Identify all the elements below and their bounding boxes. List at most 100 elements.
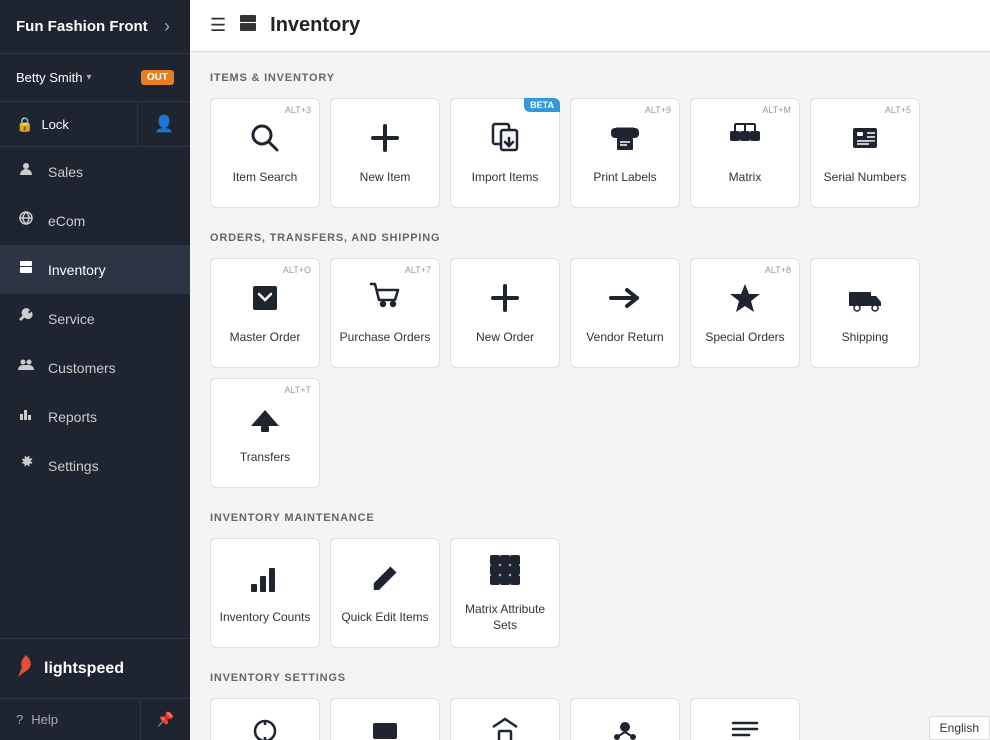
items-inventory-section: ITEMS & INVENTORY ALT+3 Item Search [210,72,970,208]
lightspeed-text: lightspeed [44,660,124,678]
sidebar-item-service[interactable]: Service [0,294,190,343]
purchase-orders-icon [367,280,403,324]
master-order-icon [247,280,283,324]
sidebar-item-ecom[interactable]: eCom [0,196,190,245]
settings-tile-5-icon [729,715,761,740]
topbar-inventory-icon [238,13,258,38]
settings-icon [16,455,36,476]
quick-edit-items-tile[interactable]: Quick Edit Items [330,538,440,648]
sales-icon [16,161,36,182]
new-order-tile[interactable]: New Order [450,258,560,368]
reports-icon [16,406,36,427]
inventory-maintenance-section: INVENTORY MAINTENANCE Inventory Counts [210,512,970,648]
user-status-badge: OUT [141,70,174,85]
sidebar-item-inventory[interactable]: Inventory [0,245,190,294]
sidebar: Fun Fashion Front › Betty Smith ▾ OUT 🔒 … [0,0,190,740]
language-badge[interactable]: English [929,716,990,740]
settings-tile-2-icon [369,715,401,740]
profile-icon: 👤 [154,116,174,133]
topbar: ☰ Inventory [190,0,990,52]
quick-edit-icon [367,560,403,604]
sidebar-bottom-actions: ? Help 📌 [0,698,190,740]
help-button[interactable]: ? Help [0,699,140,740]
content-area: ITEMS & INVENTORY ALT+3 Item Search [190,52,990,740]
transfers-tile[interactable]: ALT+T Transfers [210,378,320,488]
pin-button[interactable]: 📌 [140,699,190,740]
sidebar-logo-area: Fun Fashion Front › [0,0,190,54]
orders-grid: ALT+O Master Order ALT+7 [210,258,970,488]
vendor-return-tile[interactable]: Vendor Return [570,258,680,368]
settings-tile-4[interactable] [570,698,680,740]
beta-badge: BETA [524,98,560,112]
serial-numbers-icon: _ [847,120,883,164]
lock-icon: 🔒 [16,116,33,133]
shipping-tile[interactable]: Shipping [810,258,920,368]
special-orders-tile[interactable]: ALT+8 Special Orders [690,258,800,368]
sidebar-toggle-button[interactable]: › [160,12,174,41]
ecom-icon [16,210,36,231]
sidebar-item-settings[interactable]: Settings [0,441,190,490]
matrix-icon [727,120,763,164]
vendor-return-icon [607,280,643,324]
import-items-tile[interactable]: BETA Import Items [450,98,560,208]
inventory-counts-tile[interactable]: Inventory Counts [210,538,320,648]
matrix-attribute-sets-tile[interactable]: Matrix Attribute Sets [450,538,560,648]
lightspeed-flame-icon [16,655,36,682]
customers-icon [16,357,36,378]
new-item-icon [367,120,403,164]
settings-tile-3[interactable] [450,698,560,740]
settings-tile-5[interactable] [690,698,800,740]
inventory-settings-grid [210,698,970,740]
sidebar-item-customers[interactable]: Customers [0,343,190,392]
sidebar-item-sales[interactable]: Sales [0,147,190,196]
lock-button[interactable]: 🔒 Lock [0,102,137,146]
inventory-settings-title: INVENTORY SETTINGS [210,672,970,684]
help-icon: ? [16,712,23,727]
print-labels-icon [607,120,643,164]
page-title: Inventory [270,14,360,37]
orders-section: ORDERS, TRANSFERS, AND SHIPPING ALT+O Ma… [210,232,970,488]
purchase-orders-tile[interactable]: ALT+7 Purchase Orders [330,258,440,368]
lock-area: 🔒 Lock 👤 [0,102,190,147]
lightspeed-logo-area: lightspeed [0,638,190,698]
sidebar-item-reports[interactable]: Reports [0,392,190,441]
orders-title: ORDERS, TRANSFERS, AND SHIPPING [210,232,970,244]
topbar-menu-icon[interactable]: ☰ [210,15,226,36]
item-search-tile[interactable]: ALT+3 Item Search [210,98,320,208]
matrix-attribute-sets-icon [487,552,523,596]
user-area: Betty Smith ▾ OUT [0,54,190,102]
main-content: ☰ Inventory ITEMS & INVENTORY ALT+3 Item [190,0,990,740]
inventory-icon [16,259,36,280]
user-name-display[interactable]: Betty Smith ▾ [16,70,92,85]
items-inventory-title: ITEMS & INVENTORY [210,72,970,84]
inventory-counts-icon [247,560,283,604]
settings-tile-4-icon [609,715,641,740]
import-items-icon [487,120,523,164]
transfers-icon [247,400,283,444]
pin-icon: 📌 [157,711,174,727]
serial-numbers-tile[interactable]: ALT+5 _ Serial Numbers [810,98,920,208]
inventory-maintenance-title: INVENTORY MAINTENANCE [210,512,970,524]
nav-menu: Sales eCom Inventory Service Customers [0,147,190,638]
profile-button[interactable]: 👤 [137,102,190,146]
matrix-tile[interactable]: ALT+M Matrix [690,98,800,208]
inventory-maintenance-grid: Inventory Counts Quick Edit Items [210,538,970,648]
app-title: Fun Fashion Front [16,18,148,36]
settings-tile-3-icon [489,715,521,740]
print-labels-tile[interactable]: ALT+9 Print Labels [570,98,680,208]
new-item-tile[interactable]: New Item [330,98,440,208]
shipping-icon [847,280,883,324]
inventory-settings-section: INVENTORY SETTINGS [210,672,970,740]
settings-tile-2[interactable] [330,698,440,740]
settings-tile-1[interactable] [210,698,320,740]
new-order-icon [487,280,523,324]
special-orders-icon [727,280,763,324]
lightspeed-logo: lightspeed [16,655,174,682]
svg-text:_: _ [869,132,876,143]
item-search-icon [247,120,283,164]
user-chevron-icon: ▾ [86,72,91,83]
settings-tile-1-icon [249,715,281,740]
service-icon [16,308,36,329]
master-order-tile[interactable]: ALT+O Master Order [210,258,320,368]
items-inventory-grid: ALT+3 Item Search [210,98,970,208]
